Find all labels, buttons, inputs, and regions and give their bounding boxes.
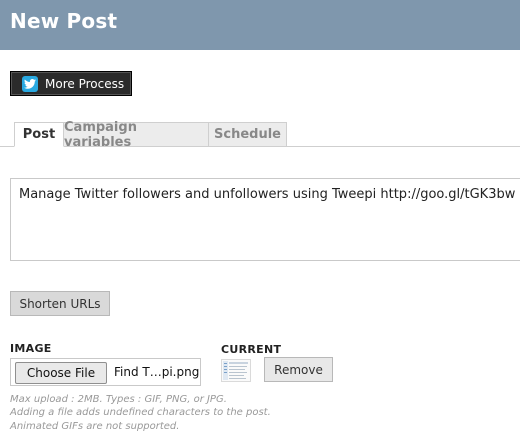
image-thumbnail-icon bbox=[221, 359, 251, 382]
upload-help-gif: Animated GIFs are not supported. bbox=[10, 421, 180, 432]
image-file-input[interactable]: Choose File Find T…pi.png bbox=[10, 358, 201, 386]
twitter-account-label: More Process bbox=[45, 76, 125, 91]
remove-image-button[interactable]: Remove bbox=[264, 357, 333, 382]
tab-schedule[interactable]: Schedule bbox=[208, 122, 287, 147]
twitter-account-button[interactable]: More Process bbox=[10, 71, 132, 96]
current-label: CURRENT bbox=[221, 343, 282, 356]
upload-help-size: Max upload : 2MB. Types : GIF, PNG, or J… bbox=[10, 394, 227, 405]
page-title: New Post bbox=[10, 9, 118, 33]
selected-file-name: Find T…pi.png bbox=[114, 365, 200, 379]
twitter-bird-icon bbox=[22, 75, 38, 92]
page-header: New Post bbox=[0, 0, 520, 50]
post-message-textarea[interactable]: Manage Twitter followers and unfollowers… bbox=[10, 178, 520, 261]
upload-help-undefined: Adding a file adds undefined characters … bbox=[10, 407, 271, 418]
tab-campaign-variables[interactable]: Campaign variables bbox=[63, 120, 209, 150]
tab-post[interactable]: Post bbox=[14, 122, 64, 147]
shorten-urls-button[interactable]: Shorten URLs bbox=[10, 291, 110, 316]
post-tabs: Post Campaign variables Schedule bbox=[0, 120, 520, 150]
choose-file-button[interactable]: Choose File bbox=[15, 362, 107, 384]
image-label: IMAGE bbox=[10, 342, 52, 355]
